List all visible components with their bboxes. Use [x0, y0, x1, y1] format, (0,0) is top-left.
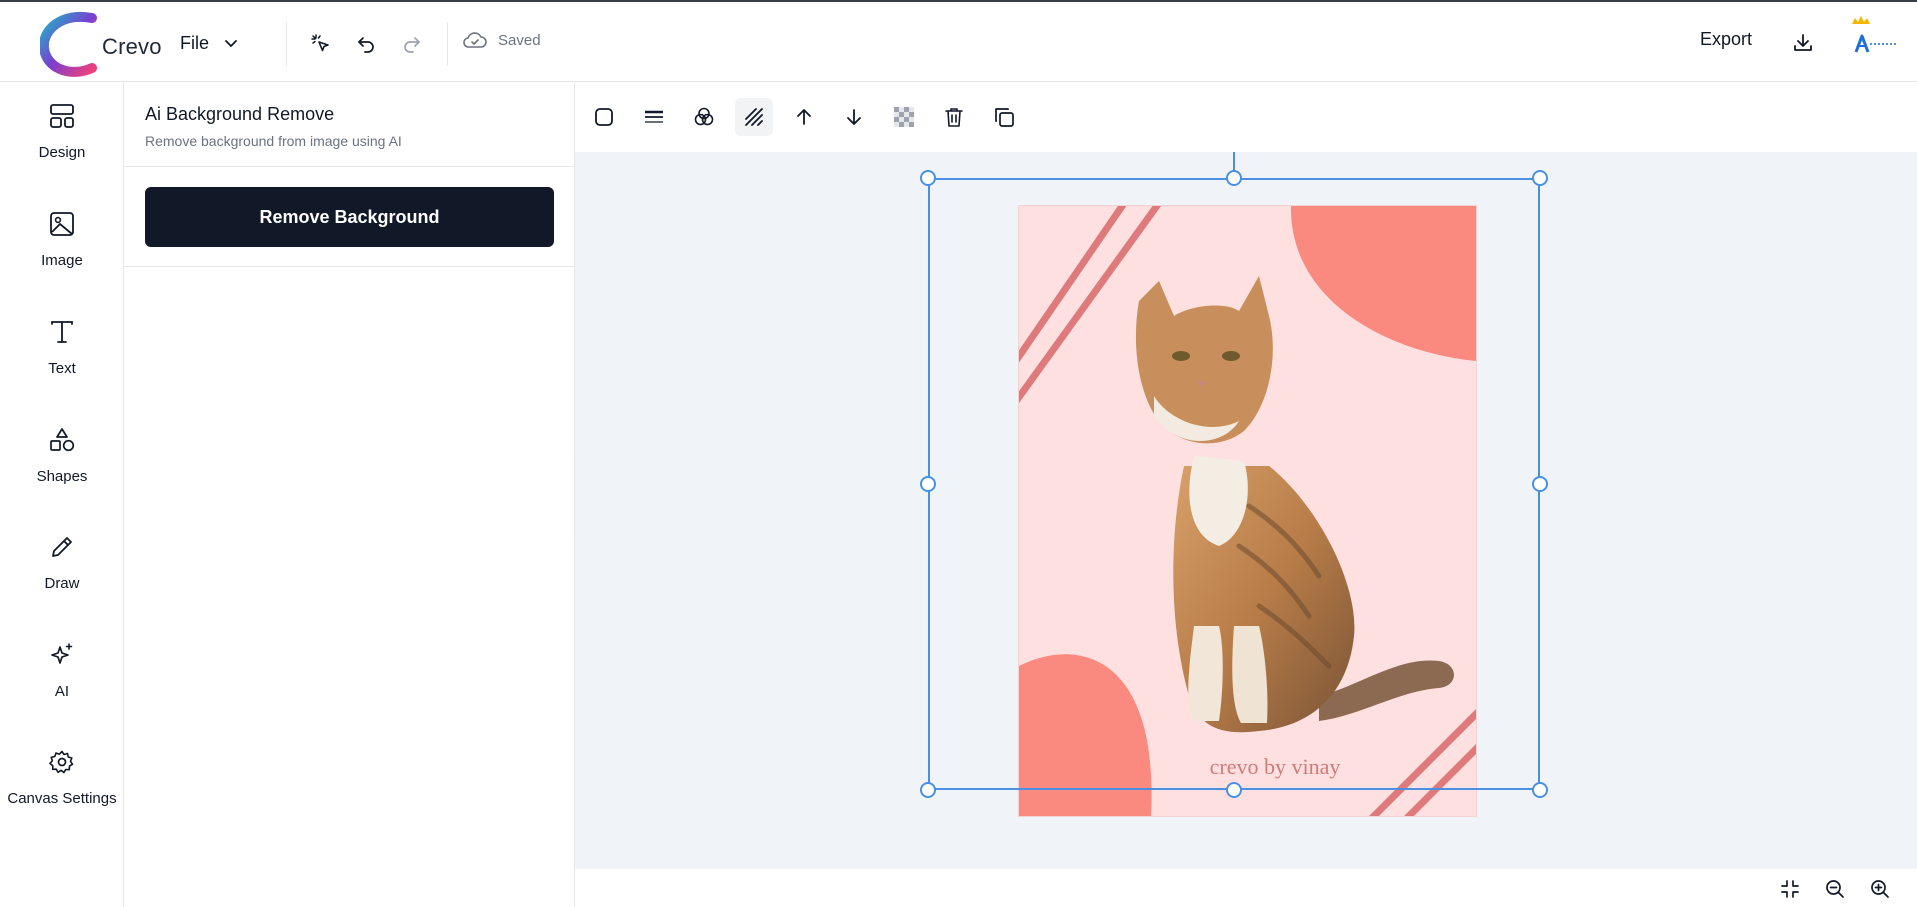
transparency-button[interactable]	[885, 98, 923, 136]
undo-icon	[358, 37, 374, 53]
resize-handle-top-left[interactable]	[920, 170, 936, 186]
redo-button[interactable]	[397, 29, 427, 59]
image-icon	[48, 210, 76, 238]
rail-item-design[interactable]: Design	[0, 102, 124, 192]
fit-screen-button[interactable]	[1777, 876, 1803, 902]
rail-item-ai[interactable]: AI	[0, 641, 124, 731]
export-button[interactable]: Export	[1700, 29, 1752, 50]
pattern-button[interactable]	[735, 98, 773, 136]
panel-subtitle: Remove background from image using AI	[145, 133, 402, 149]
header-divider	[447, 22, 448, 66]
duplicate-button[interactable]	[985, 98, 1023, 136]
delete-button[interactable]	[935, 98, 973, 136]
resize-handle-left[interactable]	[920, 476, 936, 492]
fit-screen-icon	[1781, 880, 1799, 898]
logo-text: Crevo	[102, 34, 162, 59]
panel-actions: Remove Background	[124, 167, 574, 267]
user-avatar[interactable]	[1848, 14, 1902, 64]
sparkles-icon	[48, 641, 76, 669]
stroke-lines-button[interactable]	[635, 98, 673, 136]
rail-label: AI	[54, 683, 70, 700]
save-status: Saved	[462, 30, 541, 50]
bring-forward-button[interactable]	[785, 98, 823, 136]
gear-icon	[48, 748, 76, 776]
download-button[interactable]	[1788, 28, 1818, 58]
arrow-up-icon	[797, 109, 811, 125]
chevron-down-icon	[225, 40, 237, 47]
undo-button[interactable]	[351, 29, 381, 59]
zoom-out-icon	[1826, 880, 1844, 898]
zoom-in-button[interactable]	[1867, 876, 1893, 902]
rail-item-canvas-settings[interactable]: Canvas Settings	[0, 748, 124, 838]
select-tool-button[interactable]	[306, 29, 336, 59]
rail-label: Canvas Settings	[7, 790, 117, 807]
ai-background-panel: Ai Background Remove Remove background f…	[124, 82, 575, 907]
circles-overlap-icon	[694, 107, 714, 126]
rail-label: Design	[38, 144, 86, 161]
pencil-icon	[48, 533, 76, 561]
app-header: Crevo File Saved Export	[0, 2, 1917, 82]
resize-handle-right[interactable]	[1532, 476, 1548, 492]
watermark-text: crevo by vinay	[1209, 754, 1341, 779]
zoom-bar	[575, 869, 1917, 907]
rail-item-draw[interactable]: Draw	[0, 533, 124, 623]
remove-background-button[interactable]: Remove Background	[145, 187, 554, 247]
zoom-in-icon	[1871, 880, 1889, 898]
checkerboard-icon	[894, 107, 914, 127]
panel-title: Ai Background Remove	[145, 104, 335, 124]
rail-item-shapes[interactable]: Shapes	[0, 426, 124, 516]
redo-icon	[404, 37, 420, 53]
shapes-icon	[48, 426, 76, 454]
trash-icon	[945, 108, 963, 127]
arrow-down-icon	[847, 109, 861, 125]
left-rail: Design Image Text Shapes Draw AI Canvas …	[0, 82, 124, 907]
file-menu[interactable]: File	[180, 26, 239, 60]
cloud-check-icon	[463, 32, 487, 48]
send-backward-button[interactable]	[835, 98, 873, 136]
resize-handle-top[interactable]	[1226, 170, 1242, 186]
text-icon	[48, 318, 76, 346]
resize-handle-bottom-right[interactable]	[1532, 782, 1548, 798]
rail-label: Text	[48, 360, 76, 377]
crevo-logo[interactable]: Crevo	[38, 8, 161, 78]
rail-label: Image	[41, 252, 83, 269]
saved-label: Saved	[498, 31, 541, 49]
copy-icon	[995, 108, 1014, 127]
element-toolbar	[575, 82, 1917, 152]
pointer-sparkle-icon	[311, 34, 329, 52]
blend-button[interactable]	[685, 98, 723, 136]
panel-header: Ai Background Remove Remove background f…	[124, 82, 574, 167]
lines-icon	[645, 110, 663, 123]
file-menu-label: File	[180, 32, 210, 53]
rail-label: Shapes	[36, 468, 88, 485]
square-rounded-icon	[595, 108, 613, 126]
resize-handle-top-right[interactable]	[1532, 170, 1548, 186]
rail-item-text[interactable]: Text	[0, 318, 124, 408]
akshar-crown-avatar	[1852, 16, 1898, 53]
cat-image[interactable]	[1019, 206, 1476, 816]
rail-label: Draw	[44, 575, 80, 592]
design-artboard[interactable]: crevo by vinay	[1019, 206, 1476, 816]
rail-item-image[interactable]: Image	[0, 210, 124, 300]
layout-icon	[48, 102, 76, 130]
border-radius-button[interactable]	[585, 98, 623, 136]
resize-handle-bottom-left[interactable]	[920, 782, 936, 798]
zoom-out-button[interactable]	[1822, 876, 1848, 902]
download-icon	[1794, 34, 1812, 51]
header-divider	[286, 22, 287, 66]
resize-handle-bottom[interactable]	[1226, 782, 1242, 798]
hatch-icon	[745, 108, 763, 126]
